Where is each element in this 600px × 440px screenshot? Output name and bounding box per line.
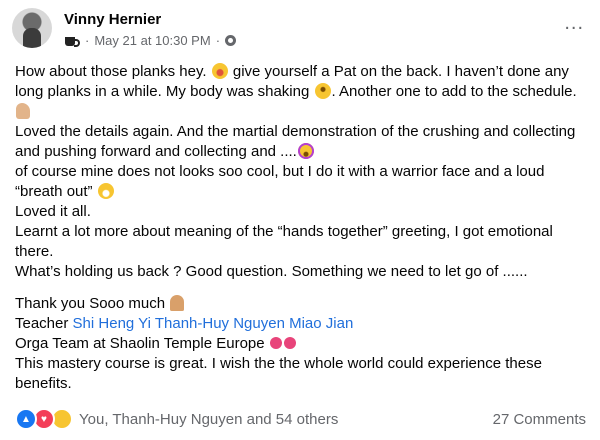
post-text: of course mine does not looks soo cool, … xyxy=(15,163,545,200)
post-footer: ▲ ♥ You, Thanh-Huy Nguyen and 54 others … xyxy=(15,408,586,430)
post-paragraph: How about those planks hey. give yoursel… xyxy=(15,62,585,122)
post-paragraph: Loved the details again. And the martial… xyxy=(15,122,585,162)
reactions-summary[interactable]: You, Thanh-Huy Nguyen and 54 others xyxy=(79,411,338,428)
post-paragraph: Teacher Shi Heng Yi Thanh-Huy Nguyen Mia… xyxy=(15,314,585,334)
like-reaction-icon: ▲ xyxy=(15,408,37,430)
globe-icon[interactable] xyxy=(225,35,237,46)
post-text: Loved the details again. And the martial… xyxy=(15,123,576,160)
post-paragraph: Orga Team at Shaolin Temple Europe xyxy=(15,334,585,354)
post-meta: · May 21 at 10:30 PM · xyxy=(64,33,237,48)
post-paragraph: of course mine does not looks soo cool, … xyxy=(15,162,585,202)
upside-down-face-emoji-icon xyxy=(314,83,331,99)
folded-hands-emoji-icon xyxy=(170,295,185,311)
post-text: How about those planks hey. xyxy=(15,63,207,80)
flexed-biceps-emoji-icon xyxy=(16,103,30,119)
more-options-button[interactable]: ... xyxy=(564,13,584,33)
post-paragraph: What’s holding us back ? Good question. … xyxy=(15,263,528,280)
post-paragraph: Learnt a lot more about meaning of the “… xyxy=(15,223,553,260)
tag-link-miao-jian[interactable]: Miao Jian xyxy=(289,315,353,332)
comments-count[interactable]: 27 Comments xyxy=(493,411,586,428)
post-text: Teacher xyxy=(15,315,73,332)
post-text: Thank you Sooo much xyxy=(15,295,166,312)
author-name[interactable]: Vinny Hernier xyxy=(64,11,161,28)
tag-link-shi-heng-yi[interactable]: Shi Heng Yi xyxy=(73,315,151,332)
post-paragraph: Loved it all. xyxy=(15,203,91,220)
two-hearts-emoji-icon xyxy=(283,337,296,349)
laughing-emoji-icon xyxy=(211,63,228,79)
post-paragraph: This mastery course is great. I wish the… xyxy=(15,355,542,392)
post-body: How about those planks hey. give yoursel… xyxy=(15,62,585,394)
facebook-post: Vinny Hernier · May 21 at 10:30 PM · ...… xyxy=(0,0,600,440)
two-hearts-emoji-icon xyxy=(269,337,282,349)
post-timestamp[interactable]: May 21 at 10:30 PM xyxy=(94,33,210,48)
meta-separator-2: · xyxy=(215,33,221,48)
post-paragraph: Thank you Sooo much xyxy=(15,294,585,314)
star-struck-emoji-icon xyxy=(297,143,314,159)
meta-separator: · xyxy=(85,33,90,48)
post-text: Orga Team at Shaolin Temple Europe xyxy=(15,335,265,352)
coffee-cup-icon xyxy=(64,34,80,48)
tag-link-thanh-huy-nguyen[interactable]: Thanh-Huy Nguyen xyxy=(155,315,285,332)
reactions-bar[interactable]: ▲ ♥ You, Thanh-Huy Nguyen and 54 others xyxy=(15,408,338,430)
grinning-emoji-icon xyxy=(97,183,114,199)
post-text: . Another one to add to the schedule. xyxy=(331,83,577,100)
avatar[interactable] xyxy=(12,8,52,48)
